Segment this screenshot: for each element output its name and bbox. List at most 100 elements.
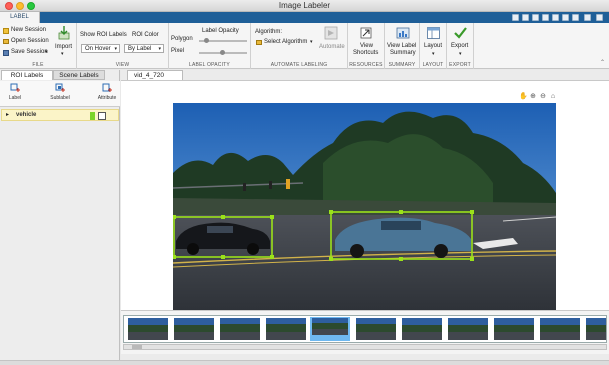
document-tab[interactable]: vid_4_720 xyxy=(127,70,183,80)
roi-labels-panel: ROI Labels Scene Labels Label Sublabel A… xyxy=(0,70,120,360)
label-tools: Label Sublabel Attribute xyxy=(0,81,120,107)
import-icon xyxy=(58,26,70,40)
quick-access-undo-icon[interactable] xyxy=(552,14,559,21)
tab-roi-labels[interactable]: ROI Labels xyxy=(1,70,53,80)
folder-icon xyxy=(256,40,262,45)
quick-access-redo-icon[interactable] xyxy=(562,14,569,21)
add-label-icon xyxy=(10,83,20,92)
label-item-vehicle[interactable]: ▸ vehicle xyxy=(1,109,119,121)
quick-access-copy-icon[interactable] xyxy=(532,14,539,21)
polygon-opacity-knob[interactable] xyxy=(204,38,209,43)
filmstrip-frame[interactable] xyxy=(586,318,606,340)
view-section-label: VIEW xyxy=(115,62,130,68)
filmstrip-frame[interactable] xyxy=(128,318,168,340)
filmstrip-frame-selected[interactable] xyxy=(310,317,350,341)
view-shortcuts-line2[interactable]: Shortcuts xyxy=(353,50,378,56)
filmstrip-frame[interactable] xyxy=(494,318,534,340)
summary-section: View Label Summary SUMMARY xyxy=(385,23,420,69)
file-section: New Session Open Session Save Session ▾ … xyxy=(0,23,77,69)
zoom-in-icon[interactable]: ⊕ xyxy=(529,93,537,101)
title-bar: Image Labeler xyxy=(0,0,609,12)
home-icon[interactable]: ⌂ xyxy=(549,93,557,101)
add-sublabel-icon xyxy=(55,83,65,92)
view-label-summary-line1[interactable]: View Label xyxy=(387,43,416,49)
label-color-swatch[interactable] xyxy=(90,112,95,120)
toolstrip-tab-bar: LABEL xyxy=(0,12,609,23)
zoom-out-icon[interactable]: ⊖ xyxy=(539,93,547,101)
automate-labeling-section-label: AUTOMATE LABELING xyxy=(270,62,328,68)
polygon-label: Polygon xyxy=(171,36,193,42)
view-section: Show ROI Labels On Hover ▾ ROI Color By … xyxy=(77,23,169,69)
show-roi-labels-dropdown[interactable]: On Hover ▾ xyxy=(81,44,120,53)
automate-labeling-section: Algorithm: Select Algorithm ▾ Automate A… xyxy=(251,23,348,69)
image-viewer: ✋ ⊕ ⊖ ⌂ xyxy=(121,80,609,317)
folder-icon xyxy=(3,39,9,44)
resources-section: View Shortcuts RESOURCES xyxy=(348,23,385,69)
filmstrip-frame[interactable] xyxy=(402,318,442,340)
filmstrip-scrollbar-thumb[interactable] xyxy=(132,345,142,349)
label-name: vehicle xyxy=(16,112,37,118)
export-section: Export ▾ EXPORT xyxy=(447,23,474,69)
select-algorithm-dropdown[interactable]: Select Algorithm xyxy=(264,39,307,45)
window-title: Image Labeler xyxy=(278,1,331,10)
add-label-text: Label xyxy=(8,95,22,101)
import-button[interactable]: Import xyxy=(55,44,72,50)
add-attribute-text: Attribute xyxy=(97,95,117,101)
collapse-ribbon-icon[interactable]: ⌃ xyxy=(600,59,605,66)
quick-access-save-icon[interactable] xyxy=(512,14,519,21)
chevron-down-icon[interactable]: ▾ xyxy=(310,39,313,45)
filmstrip-scrollbar[interactable] xyxy=(123,344,607,350)
filmstrip-frames xyxy=(123,315,607,343)
save-icon xyxy=(3,50,9,56)
frame-filmstrip xyxy=(121,310,609,354)
automate-button[interactable]: Automate xyxy=(319,44,345,50)
add-sublabel-button[interactable]: Sublabel xyxy=(45,83,75,101)
filmstrip-frame[interactable] xyxy=(356,318,396,340)
left-panel-tabs: ROI Labels Scene Labels xyxy=(0,70,120,80)
save-session-dropdown-icon[interactable]: ▾ xyxy=(45,49,48,55)
show-roi-labels-label: Show ROI Labels xyxy=(80,32,127,38)
add-label-button[interactable]: Label xyxy=(0,83,30,101)
label-opacity-section: Label Opacity Polygon Pixel LABEL OPACIT… xyxy=(169,23,251,69)
save-session-button[interactable]: Save Session xyxy=(11,49,48,55)
filmstrip-frame[interactable] xyxy=(220,318,260,340)
layout-button[interactable]: Layout xyxy=(424,43,442,49)
help-icon[interactable] xyxy=(584,14,591,21)
road-scene-image xyxy=(173,103,556,317)
chevron-down-icon[interactable]: ▾ xyxy=(459,51,462,57)
filmstrip-frame[interactable] xyxy=(448,318,488,340)
filmstrip-frame[interactable] xyxy=(174,318,214,340)
label-visibility-checkbox[interactable] xyxy=(98,112,106,120)
new-session-icon xyxy=(3,28,9,34)
chevron-down-icon[interactable]: ▾ xyxy=(432,51,435,57)
quick-access-menu-icon[interactable] xyxy=(596,14,603,21)
labeled-image[interactable] xyxy=(173,103,556,317)
file-section-label: FILE xyxy=(32,62,44,68)
quick-access-cut-icon[interactable] xyxy=(522,14,529,21)
roi-color-dropdown[interactable]: By Label ▾ xyxy=(124,44,164,53)
filmstrip-frame[interactable] xyxy=(266,318,306,340)
view-label-summary-line2[interactable]: Summary xyxy=(390,50,416,56)
tab-scene-labels[interactable]: Scene Labels xyxy=(53,70,105,80)
label-opacity-section-label: LABEL OPACITY xyxy=(189,62,230,68)
export-button[interactable]: Export xyxy=(451,43,468,49)
pan-hand-icon[interactable]: ✋ xyxy=(519,93,528,101)
expand-caret-icon[interactable]: ▸ xyxy=(6,111,9,118)
view-shortcuts-line1[interactable]: View xyxy=(360,43,373,49)
add-sublabel-text: Sublabel xyxy=(50,95,70,101)
ribbon: New Session Open Session Save Session ▾ … xyxy=(0,23,609,69)
filmstrip-frame[interactable] xyxy=(540,318,580,340)
quick-access-refresh-icon[interactable] xyxy=(572,14,579,21)
import-dropdown-icon[interactable]: ▾ xyxy=(61,51,64,57)
add-attribute-button[interactable]: Attribute xyxy=(92,83,122,101)
export-section-label: EXPORT xyxy=(449,62,471,68)
layout-section-label: LAYOUT xyxy=(422,62,444,68)
quick-access-paste-icon[interactable] xyxy=(542,14,549,21)
tab-label[interactable]: LABEL xyxy=(0,12,40,23)
pixel-opacity-knob[interactable] xyxy=(220,50,225,55)
resources-section-label: RESOURCES xyxy=(349,62,383,68)
new-session-button[interactable]: New Session xyxy=(11,27,46,33)
open-session-button[interactable]: Open Session xyxy=(11,38,49,44)
roi-color-label: ROI Color xyxy=(132,32,159,38)
export-check-icon xyxy=(454,27,467,39)
